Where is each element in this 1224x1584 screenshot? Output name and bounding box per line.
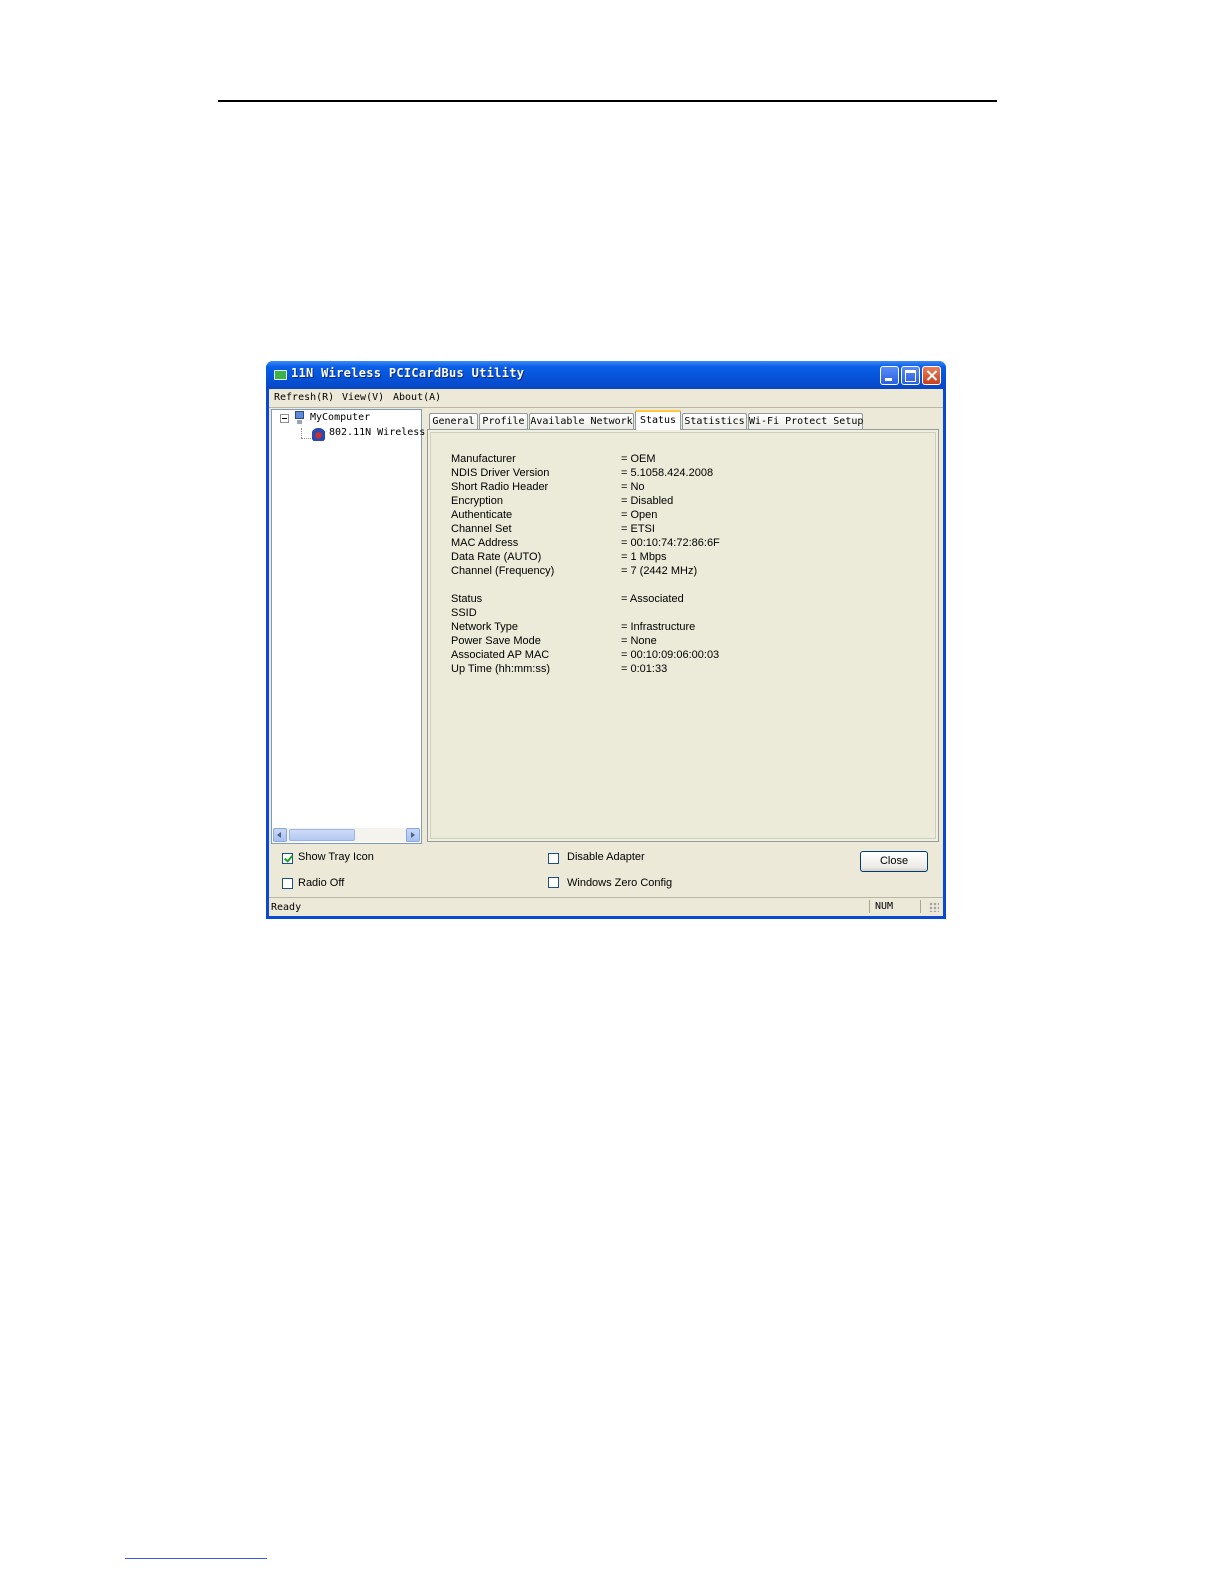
disable-adapter-checkbox[interactable]: [548, 853, 559, 864]
footer-rule: [125, 1558, 267, 1559]
show-tray-icon-checkbox[interactable]: [282, 853, 293, 864]
status-row: SSID: [431, 607, 931, 621]
status-row: Authenticate = Open: [431, 509, 931, 523]
app-icon: [274, 370, 287, 380]
status-row-label: Data Rate (AUTO): [451, 551, 542, 563]
status-row-value: = Open: [621, 509, 658, 521]
status-row-label: Power Save Mode: [451, 635, 541, 647]
tab-general[interactable]: General: [429, 413, 478, 429]
collapse-icon[interactable]: [280, 414, 289, 423]
maximize-button[interactable]: [901, 366, 920, 385]
status-row-label: MAC Address: [451, 537, 519, 549]
menu-refresh[interactable]: Refresh(R): [274, 392, 334, 403]
status-row: Channel Set = ETSI: [431, 523, 931, 537]
status-row-label: Manufacturer: [451, 453, 516, 465]
status-row-value: = 5.1058.424.2008: [621, 467, 714, 479]
status-row-value: = Associated: [621, 593, 684, 605]
status-row-label: Authenticate: [451, 509, 513, 521]
windows-zero-config-label: Windows Zero Config: [567, 877, 673, 889]
status-row-value: = 00:10:74:72:86:6F: [621, 537, 720, 549]
status-row-label: Network Type: [451, 621, 519, 633]
status-row-value: = Disabled: [621, 495, 674, 507]
menu-view[interactable]: View(V): [342, 392, 384, 403]
status-row-value: = 0:01:33: [621, 663, 668, 675]
menu-bar: Refresh(R) View(V) About(A): [269, 389, 943, 407]
status-row-label: Associated AP MAC: [451, 649, 550, 661]
wireless-adapter-icon: [312, 427, 325, 441]
minimize-button[interactable]: [880, 366, 899, 385]
windows-zero-config-checkbox[interactable]: [548, 877, 559, 888]
num-lock-indicator: NUM: [869, 900, 921, 913]
status-row: Encryption = Disabled: [431, 495, 931, 509]
menu-about[interactable]: About(A): [393, 392, 441, 403]
status-panel: Manufacturer = OEM NDIS Driver Version = 5.…: [427, 429, 939, 842]
status-row: Channel (Frequency) = 7 (2442 MHz): [431, 565, 931, 579]
status-row-label: Status: [451, 593, 483, 605]
page-header-rule: [218, 100, 997, 102]
status-row: Manufacturer = OEM: [431, 453, 931, 467]
utility-window: 11N Wireless PCICardBus Utility Refresh(…: [266, 361, 946, 919]
window-title: 11N Wireless PCICardBus Utility: [291, 366, 525, 380]
disable-adapter-label: Disable Adapter: [567, 851, 645, 863]
tab-wifi-protect-setup[interactable]: Wi-Fi Protect Setup: [748, 413, 863, 429]
close-button[interactable]: Close: [860, 851, 928, 872]
status-row: Network Type = Infrastructure: [431, 621, 931, 635]
status-row-value: = 7 (2442 MHz): [621, 565, 698, 577]
status-row-label: Channel Set: [451, 523, 512, 535]
status-row: Data Rate (AUTO) = 1 Mbps: [431, 551, 931, 565]
status-row: Associated AP MAC = 00:10:09:06:00:03: [431, 649, 931, 663]
status-row: NDIS Driver Version = 5.1058.424.2008: [431, 467, 931, 481]
status-row-label: NDIS Driver Version: [451, 467, 550, 479]
radio-off-label: Radio Off: [298, 877, 345, 889]
status-row-label: Channel (Frequency): [451, 565, 555, 577]
scroll-right-icon[interactable]: [406, 828, 420, 842]
title-bar[interactable]: 11N Wireless PCICardBus Utility: [266, 361, 946, 389]
status-bar: Ready NUM: [269, 897, 943, 916]
tree-item-mycomputer[interactable]: MyComputer: [310, 412, 370, 423]
scroll-thumb[interactable]: [289, 829, 355, 841]
scroll-left-icon[interactable]: [273, 828, 287, 842]
status-row-label: Up Time (hh:mm:ss): [451, 663, 551, 675]
tree-horizontal-scrollbar[interactable]: [273, 828, 420, 842]
status-row-value: = No: [621, 481, 645, 493]
tree-item-adapter[interactable]: 802.11N Wireless: [329, 427, 425, 438]
window-client: Refresh(R) View(V) About(A) MyComputer 8…: [269, 389, 943, 916]
tab-status[interactable]: Status: [635, 410, 681, 430]
computer-icon: [294, 411, 305, 424]
tab-profile[interactable]: Profile: [479, 413, 528, 429]
status-row-value: = 1 Mbps: [621, 551, 667, 563]
status-row-label: Short Radio Header: [451, 481, 549, 493]
menu-separator: [269, 407, 943, 408]
status-row-label: SSID: [451, 607, 477, 619]
status-text: Ready: [271, 902, 302, 913]
status-row-value: = 00:10:09:06:00:03: [621, 649, 720, 661]
status-row: MAC Address = 00:10:74:72:86:6F: [431, 537, 931, 551]
status-row: Short Radio Header = No: [431, 481, 931, 495]
status-row-value: = OEM: [621, 453, 656, 465]
status-row: Up Time (hh:mm:ss) = 0:01:33: [431, 663, 931, 677]
status-row-value: = ETSI: [621, 523, 655, 535]
tab-statistics[interactable]: Statistics: [682, 413, 747, 429]
device-tree[interactable]: MyComputer 802.11N Wireless: [271, 409, 425, 844]
show-tray-icon-label: Show Tray Icon: [298, 851, 374, 863]
radio-off-checkbox[interactable]: [282, 878, 293, 889]
status-row-value: = Infrastructure: [621, 621, 696, 633]
status-row-value: = None: [621, 635, 657, 647]
status-row-label: Encryption: [451, 495, 503, 507]
tab-available-network[interactable]: Available Network: [529, 413, 634, 429]
close-window-button[interactable]: [922, 366, 941, 385]
status-row: Power Save Mode = None: [431, 635, 931, 649]
resize-grip-icon[interactable]: [929, 902, 939, 912]
status-row: Status = Associated: [431, 593, 931, 607]
